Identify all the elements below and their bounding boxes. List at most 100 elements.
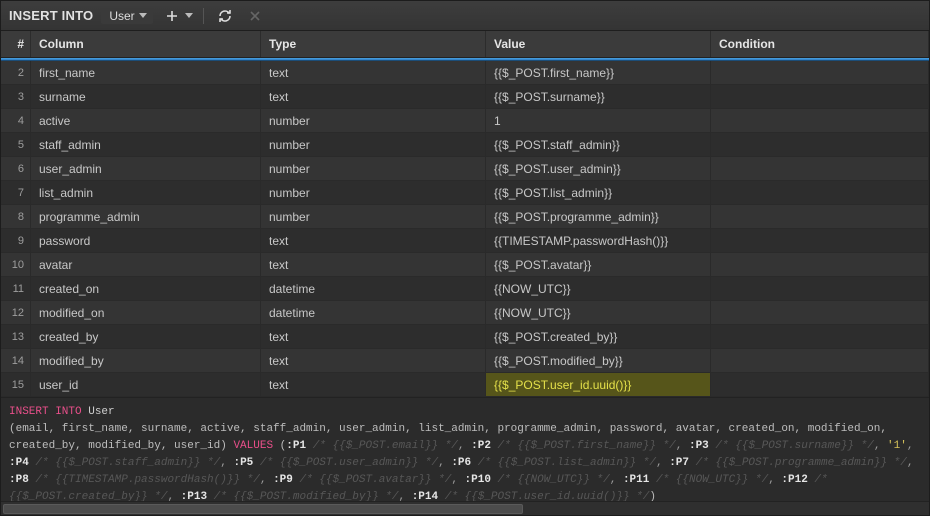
row-index: 2	[1, 61, 31, 84]
cell-condition[interactable]	[711, 133, 929, 156]
table-row[interactable]: 2first_nametext{{$_POST.first_name}}	[1, 61, 929, 85]
table-row[interactable]: 15user_idtext{{$_POST.user_id.uuid()}}	[1, 373, 929, 397]
cell-condition[interactable]	[711, 253, 929, 276]
row-index: 10	[1, 253, 31, 276]
cell-column[interactable]: avatar	[31, 253, 261, 276]
cell-type[interactable]: text	[261, 85, 486, 108]
th-condition[interactable]: Condition	[711, 31, 929, 57]
cell-condition[interactable]	[711, 109, 929, 132]
cell-column[interactable]: active	[31, 109, 261, 132]
table-row[interactable]: 7list_adminnumber{{$_POST.list_admin}}	[1, 181, 929, 205]
table-row[interactable]: 5staff_adminnumber{{$_POST.staff_admin}}	[1, 133, 929, 157]
row-index: 11	[1, 277, 31, 300]
cell-column[interactable]: list_admin	[31, 181, 261, 204]
cell-value[interactable]: {{$_POST.programme_admin}}	[486, 205, 711, 228]
cell-column[interactable]: programme_admin	[31, 205, 261, 228]
th-type[interactable]: Type	[261, 31, 486, 57]
cell-value[interactable]: {{$_POST.modified_by}}	[486, 349, 711, 372]
cell-column[interactable]: user_id	[31, 373, 261, 396]
cell-value[interactable]: {{TIMESTAMP.passwordHash()}}	[486, 229, 711, 252]
cell-type[interactable]: datetime	[261, 301, 486, 324]
cell-type[interactable]: number	[261, 133, 486, 156]
cell-type[interactable]: number	[261, 205, 486, 228]
cell-column[interactable]: created_on	[31, 277, 261, 300]
cell-value[interactable]: 1	[486, 109, 711, 132]
table-row[interactable]: 10avatartext{{$_POST.avatar}}	[1, 253, 929, 277]
row-index: 15	[1, 373, 31, 396]
cell-type[interactable]: number	[261, 109, 486, 132]
th-value[interactable]: Value	[486, 31, 711, 57]
sql-preview: INSERT INTO User(email, first_name, surn…	[1, 397, 929, 501]
cell-condition[interactable]	[711, 325, 929, 348]
table-row[interactable]: 11created_ondatetime{{NOW_UTC}}	[1, 277, 929, 301]
cell-condition[interactable]	[711, 157, 929, 180]
cell-type[interactable]: number	[261, 181, 486, 204]
close-button[interactable]	[244, 5, 266, 27]
cell-type[interactable]: text	[261, 325, 486, 348]
cell-value[interactable]: {{$_POST.avatar}}	[486, 253, 711, 276]
cell-value[interactable]: {{NOW_UTC}}	[486, 301, 711, 324]
table-name: User	[109, 9, 134, 23]
cell-value[interactable]: {{$_POST.staff_admin}}	[486, 133, 711, 156]
cell-condition[interactable]	[711, 229, 929, 252]
table-row[interactable]: 12modified_ondatetime{{NOW_UTC}}	[1, 301, 929, 325]
refresh-button[interactable]	[214, 5, 236, 27]
cell-condition[interactable]	[711, 277, 929, 300]
row-index: 7	[1, 181, 31, 204]
scrollbar-thumb[interactable]	[3, 504, 523, 514]
cell-condition[interactable]	[711, 85, 929, 108]
cell-value[interactable]: {{$_POST.user_id.uuid()}}	[486, 373, 711, 396]
table-header: # Column Type Value Condition	[1, 31, 929, 58]
row-index: 12	[1, 301, 31, 324]
cell-value[interactable]: {{$_POST.first_name}}	[486, 61, 711, 84]
cell-value[interactable]: {{NOW_UTC}}	[486, 277, 711, 300]
insert-into-label: INSERT INTO	[9, 8, 93, 23]
cell-column[interactable]: staff_admin	[31, 133, 261, 156]
cell-column[interactable]: modified_on	[31, 301, 261, 324]
cell-column[interactable]: created_by	[31, 325, 261, 348]
cell-type[interactable]: text	[261, 349, 486, 372]
cell-condition[interactable]	[711, 181, 929, 204]
cell-column[interactable]: first_name	[31, 61, 261, 84]
cell-column[interactable]: password	[31, 229, 261, 252]
cell-value[interactable]: {{$_POST.list_admin}}	[486, 181, 711, 204]
cell-type[interactable]: text	[261, 229, 486, 252]
cell-value[interactable]: {{$_POST.created_by}}	[486, 325, 711, 348]
cell-type[interactable]: text	[261, 253, 486, 276]
cell-column[interactable]: modified_by	[31, 349, 261, 372]
table-body: 2first_nametext{{$_POST.first_name}}3sur…	[1, 61, 929, 397]
add-menu-chevron-icon[interactable]	[185, 13, 193, 18]
cell-value[interactable]: {{$_POST.surname}}	[486, 85, 711, 108]
table-row[interactable]: 8programme_adminnumber{{$_POST.programme…	[1, 205, 929, 229]
cell-condition[interactable]	[711, 301, 929, 324]
cell-column[interactable]: user_admin	[31, 157, 261, 180]
row-index: 3	[1, 85, 31, 108]
table-picker[interactable]: User	[101, 8, 152, 24]
cell-column[interactable]: surname	[31, 85, 261, 108]
toolbar: INSERT INTO User	[1, 1, 929, 31]
row-index: 13	[1, 325, 31, 348]
row-index: 8	[1, 205, 31, 228]
cell-type[interactable]: datetime	[261, 277, 486, 300]
query-panel: INSERT INTO User # Column Type Value Con…	[0, 0, 930, 516]
table-row[interactable]: 6user_adminnumber{{$_POST.user_admin}}	[1, 157, 929, 181]
cell-condition[interactable]	[711, 349, 929, 372]
add-button[interactable]	[161, 5, 183, 27]
table-row[interactable]: 14modified_bytext{{$_POST.modified_by}}	[1, 349, 929, 373]
cell-value[interactable]: {{$_POST.user_admin}}	[486, 157, 711, 180]
table-row[interactable]: 4activenumber1	[1, 109, 929, 133]
cell-condition[interactable]	[711, 205, 929, 228]
row-index: 14	[1, 349, 31, 372]
cell-condition[interactable]	[711, 373, 929, 396]
row-index: 9	[1, 229, 31, 252]
cell-condition[interactable]	[711, 61, 929, 84]
cell-type[interactable]: text	[261, 61, 486, 84]
table-row[interactable]: 9passwordtext{{TIMESTAMP.passwordHash()}…	[1, 229, 929, 253]
table-row[interactable]: 13created_bytext{{$_POST.created_by}}	[1, 325, 929, 349]
cell-type[interactable]: number	[261, 157, 486, 180]
horizontal-scrollbar[interactable]	[1, 501, 929, 515]
th-column[interactable]: Column	[31, 31, 261, 57]
cell-type[interactable]: text	[261, 373, 486, 396]
table-row[interactable]: 3surnametext{{$_POST.surname}}	[1, 85, 929, 109]
th-index[interactable]: #	[1, 31, 31, 57]
